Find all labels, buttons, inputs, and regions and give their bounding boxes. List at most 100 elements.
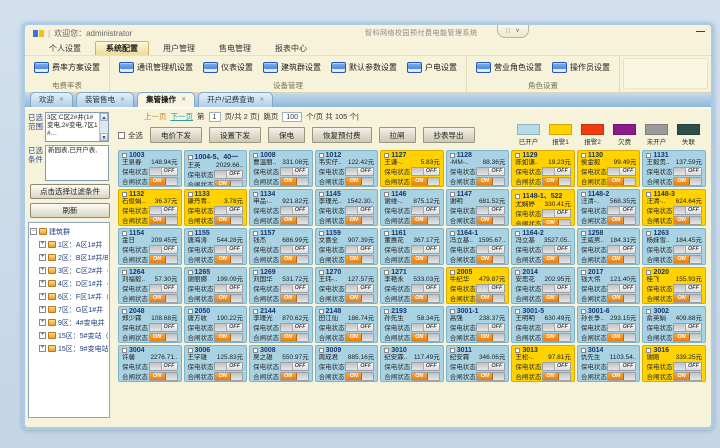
tree-item[interactable]: +4区：D区1#井（D区1 <box>30 277 108 290</box>
protect-toggle[interactable]: OFF <box>607 245 636 254</box>
switch-toggle[interactable]: ON <box>411 294 440 303</box>
meter-checkbox[interactable] <box>515 309 520 314</box>
switch-toggle[interactable]: ON <box>149 333 178 342</box>
expand-icon[interactable]: + <box>39 345 46 352</box>
protect-toggle[interactable]: OFF <box>542 209 571 218</box>
meter-checkbox[interactable] <box>384 231 389 236</box>
protect-toggle[interactable]: OFF <box>280 323 309 332</box>
meter-checkbox[interactable] <box>581 270 586 275</box>
switch-toggle[interactable]: ON <box>280 372 309 381</box>
meter-checkbox[interactable] <box>122 270 127 275</box>
protect-toggle[interactable]: OFF <box>673 206 702 215</box>
protect-toggle[interactable]: OFF <box>411 167 440 176</box>
protect-toggle[interactable]: OFF <box>345 284 374 293</box>
protect-toggle[interactable]: OFF <box>542 323 571 332</box>
selected-condition-box[interactable]: 新园表,已开户表, <box>45 145 109 181</box>
switch-toggle[interactable]: ON <box>149 372 178 381</box>
meter-checkbox[interactable] <box>384 153 389 158</box>
protect-toggle[interactable]: OFF <box>476 206 505 215</box>
protect-toggle[interactable]: OFF <box>149 323 178 332</box>
switch-toggle[interactable]: ON <box>214 216 243 225</box>
meter-checkbox[interactable] <box>253 309 258 314</box>
meter-checkbox[interactable] <box>319 153 324 158</box>
meter-checkbox[interactable] <box>450 192 455 197</box>
meter-checkbox[interactable] <box>384 192 389 197</box>
protect-toggle[interactable]: OFF <box>280 167 309 176</box>
switch-toggle[interactable]: ON <box>345 216 374 225</box>
document-tab[interactable]: 开户/记费查询✕ <box>198 92 273 107</box>
protect-toggle[interactable]: OFF <box>345 206 374 215</box>
protect-toggle[interactable]: OFF <box>149 362 178 371</box>
minimize-button[interactable]: — <box>696 26 705 36</box>
meter-checkbox[interactable] <box>450 231 455 236</box>
meter-checkbox[interactable] <box>515 231 520 236</box>
protect-toggle[interactable]: OFF <box>411 323 440 332</box>
meter-checkbox[interactable] <box>450 153 455 158</box>
meter-checkbox[interactable] <box>319 309 324 314</box>
protect-toggle[interactable]: OFF <box>673 167 702 176</box>
protect-toggle[interactable]: OFF <box>476 167 505 176</box>
ribbon-button[interactable]: 通讯管理机设置 <box>118 60 194 75</box>
protect-toggle[interactable]: OFF <box>214 170 243 179</box>
switch-toggle[interactable]: ON <box>149 177 178 186</box>
switch-toggle[interactable]: ON <box>607 216 636 225</box>
switch-toggle[interactable]: ON <box>476 177 505 186</box>
meter-checkbox[interactable] <box>253 192 258 197</box>
expand-icon[interactable]: + <box>39 306 46 313</box>
protect-toggle[interactable]: OFF <box>476 284 505 293</box>
switch-toggle[interactable]: ON <box>411 372 440 381</box>
meter-checkbox[interactable] <box>188 270 193 275</box>
protect-toggle[interactable]: OFF <box>214 323 243 332</box>
meter-checkbox[interactable] <box>188 155 193 160</box>
protect-toggle[interactable]: OFF <box>542 284 571 293</box>
protect-toggle[interactable]: OFF <box>542 167 571 176</box>
protect-toggle[interactable]: OFF <box>280 284 309 293</box>
protect-toggle[interactable]: OFF <box>607 362 636 371</box>
tree-root[interactable]: − 建筑群 <box>30 225 108 238</box>
switch-toggle[interactable]: ON <box>476 294 505 303</box>
meter-checkbox[interactable] <box>319 231 324 236</box>
protect-toggle[interactable]: OFF <box>607 323 636 332</box>
protect-toggle[interactable]: OFF <box>345 245 374 254</box>
expand-icon[interactable]: + <box>39 241 46 248</box>
tree-item[interactable]: +3区：C区2#井（1#变电 <box>30 264 108 277</box>
protect-toggle[interactable]: OFF <box>542 362 571 371</box>
menu-tab[interactable]: 售电管理 <box>209 42 261 55</box>
protect-toggle[interactable]: OFF <box>673 245 702 254</box>
meter-checkbox[interactable] <box>581 192 586 197</box>
tree-item[interactable]: +15区：5#变站（3#变电 <box>30 329 108 342</box>
ribbon-button[interactable]: 仪表设置 <box>202 60 254 75</box>
ribbon-button[interactable]: 户电设置 <box>406 60 458 75</box>
switch-toggle[interactable]: ON <box>280 177 309 186</box>
filter-select-button[interactable]: 点击选择过滤条件 <box>30 184 110 199</box>
scroll-up-icon[interactable]: ▲ <box>100 113 108 121</box>
document-tab[interactable]: 欢迎✕ <box>30 92 73 107</box>
protect-toggle[interactable]: OFF <box>673 323 702 332</box>
switch-toggle[interactable]: ON <box>280 333 309 342</box>
protect-toggle[interactable]: OFF <box>673 362 702 371</box>
tree-item[interactable]: +1区：A区1#井 <box>30 238 108 251</box>
protect-toggle[interactable]: OFF <box>411 362 440 371</box>
protect-toggle[interactable]: OFF <box>542 245 571 254</box>
close-icon[interactable]: ✕ <box>120 96 125 103</box>
meter-checkbox[interactable] <box>450 348 455 353</box>
meter-checkbox[interactable] <box>646 270 651 275</box>
meter-checkbox[interactable] <box>188 309 193 314</box>
tree-item[interactable]: +15区：9#变电站（2#变 <box>30 342 108 355</box>
protect-toggle[interactable]: OFF <box>607 284 636 293</box>
switch-toggle[interactable]: ON <box>673 177 702 186</box>
tree-item[interactable]: +6区：F区1#井（F区1# <box>30 290 108 303</box>
meter-checkbox[interactable] <box>515 348 520 353</box>
meter-checkbox[interactable] <box>122 153 127 158</box>
switch-toggle[interactable]: ON <box>673 372 702 381</box>
meter-checkbox[interactable] <box>646 309 651 314</box>
toolbar-button[interactable]: 电价下发 <box>150 127 202 143</box>
refresh-button[interactable]: 刷新 <box>30 203 110 218</box>
toolbar-button[interactable]: 保电 <box>268 127 305 143</box>
protect-toggle[interactable]: OFF <box>411 206 440 215</box>
switch-toggle[interactable]: ON <box>607 372 636 381</box>
meter-checkbox[interactable] <box>384 348 389 353</box>
page-number-input[interactable]: 1 <box>209 112 221 122</box>
protect-toggle[interactable]: OFF <box>149 167 178 176</box>
switch-toggle[interactable]: ON <box>345 333 374 342</box>
